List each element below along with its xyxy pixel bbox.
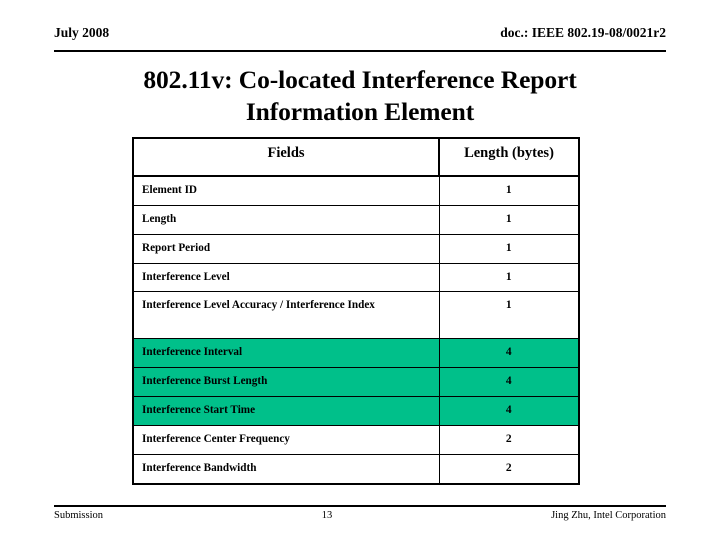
cell-field: Element ID <box>132 175 440 206</box>
cell-length: 4 <box>438 396 580 427</box>
table-row-highlighted: Interference Burst Length 4 <box>132 367 580 398</box>
cell-length: 1 <box>438 291 580 340</box>
table-row-highlighted: Interference Start Time 4 <box>132 396 580 427</box>
slide-header: July 2008 doc.: IEEE 802.19-08/0021r2 <box>54 25 666 52</box>
cell-field: Interference Burst Length <box>132 367 440 398</box>
table-row: Interference Level 1 <box>132 262 580 293</box>
table-header: Fields Length (bytes) <box>132 137 580 177</box>
cell-length: 1 <box>438 262 580 293</box>
table-row: Interference Center Frequency 2 <box>132 425 580 455</box>
information-element-table-container: Fields Length (bytes) Element ID 1 Lengt… <box>132 137 580 485</box>
column-header-length: Length (bytes) <box>438 137 580 177</box>
cell-field: Length <box>132 204 440 235</box>
table-row: Length 1 <box>132 204 580 235</box>
cell-field: Interference Bandwidth <box>132 453 440 485</box>
footer-page-number: 13 <box>321 510 333 521</box>
table-row: Interference Bandwidth 2 <box>132 453 580 485</box>
header-document-number: doc.: IEEE 802.19-08/0021r2 <box>500 25 666 40</box>
page-title: 802.11v: Co-located Interference Report … <box>36 64 684 129</box>
page-title-line-2: Information Element <box>245 97 475 127</box>
footer-author: Jing Zhu, Intel Corporation <box>551 510 666 521</box>
header-date: July 2008 <box>54 25 110 40</box>
cell-length: 4 <box>438 338 580 369</box>
slide: July 2008 doc.: IEEE 802.19-08/0021r2 80… <box>0 0 720 540</box>
table-body: Element ID 1 Length 1 Report Period 1 In… <box>132 175 580 485</box>
cell-length: 2 <box>438 453 580 485</box>
cell-field: Interference Center Frequency <box>132 425 440 455</box>
information-element-table: Fields Length (bytes) Element ID 1 Lengt… <box>132 137 580 485</box>
cell-length: 1 <box>438 233 580 264</box>
slide-footer: Submission 13 Jing Zhu, Intel Corporatio… <box>54 505 666 522</box>
cell-length: 4 <box>438 367 580 398</box>
cell-length: 2 <box>438 425 580 455</box>
table-row: Interference Level Accuracy / Interferen… <box>132 291 580 340</box>
cell-field: Interference Start Time <box>132 396 440 427</box>
cell-field: Interference Interval <box>132 338 440 369</box>
cell-field: Report Period <box>132 233 440 264</box>
cell-length: 1 <box>438 204 580 235</box>
cell-length: 1 <box>438 175 580 206</box>
cell-field: Interference Level Accuracy / Interferen… <box>132 291 440 340</box>
column-header-fields: Fields <box>132 137 440 177</box>
page-title-line-1: 802.11v: Co-located Interference Report <box>143 65 577 94</box>
table-row: Element ID 1 <box>132 175 580 206</box>
table-row-highlighted: Interference Interval 4 <box>132 338 580 369</box>
footer-submission-label: Submission <box>54 510 104 521</box>
cell-field: Interference Level <box>132 262 440 293</box>
table-row: Report Period 1 <box>132 233 580 264</box>
table-header-row: Fields Length (bytes) <box>132 137 580 177</box>
